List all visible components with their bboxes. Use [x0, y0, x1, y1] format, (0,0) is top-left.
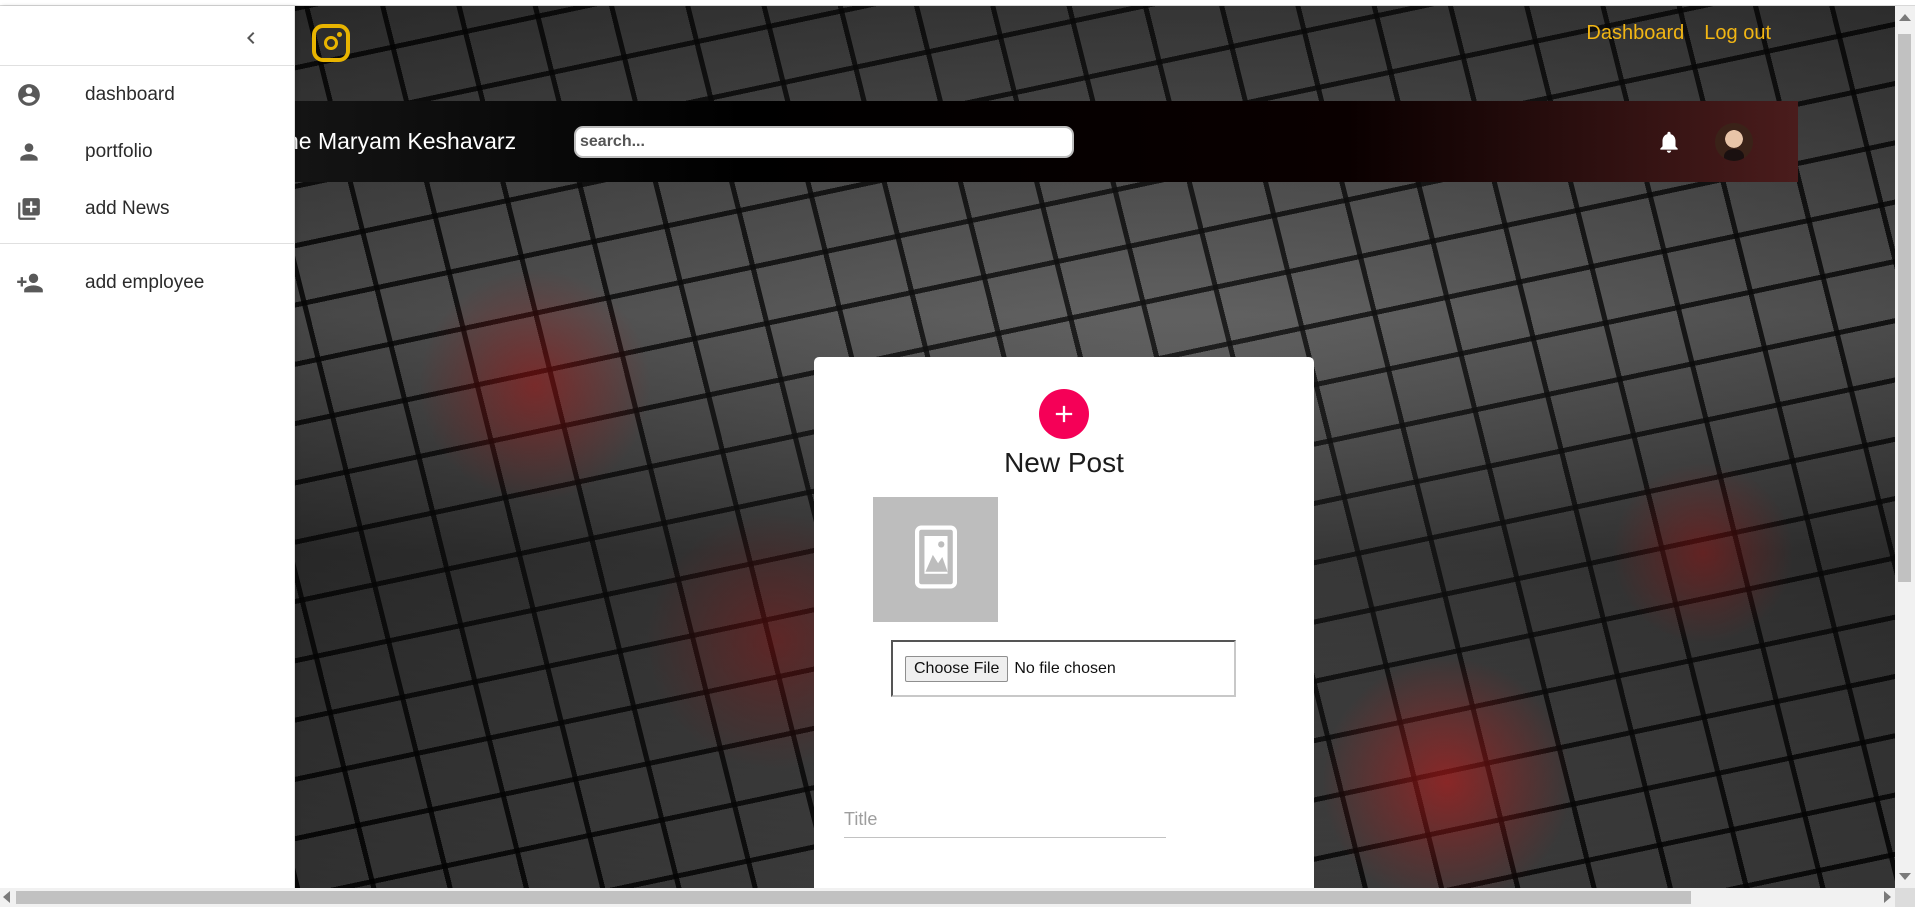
image-placeholder-icon: [914, 525, 957, 594]
person-add-icon: [0, 269, 85, 297]
logout-link[interactable]: Log out: [1704, 22, 1771, 45]
scroll-right-icon[interactable]: [1884, 891, 1891, 903]
image-preview: [873, 497, 998, 622]
choose-file-button[interactable]: Choose File: [905, 655, 1009, 682]
scrollbar-corner: [1895, 888, 1915, 907]
sidebar-item-add-news[interactable]: add News: [0, 180, 294, 237]
file-status: No file chosen: [1014, 659, 1116, 677]
welcome-text: ne Maryam Keshavarz: [286, 128, 517, 154]
horizontal-scroll-thumb[interactable]: [16, 891, 1691, 904]
page-title: New Post: [1004, 447, 1124, 478]
sidebar-item-add-employee[interactable]: add employee: [0, 254, 294, 311]
plus-icon[interactable]: [1039, 389, 1089, 439]
drawer-header: [0, 6, 294, 66]
sidebar-item-label: add employee: [85, 271, 205, 293]
app-window: Dashboard Log out ne Maryam Keshavarz da…: [0, 0, 1915, 907]
scroll-down-icon[interactable]: [1899, 873, 1911, 880]
top-nav: Dashboard Log out: [1586, 22, 1771, 45]
scroll-up-icon[interactable]: [1899, 14, 1911, 21]
sidebar-item-dashboard[interactable]: dashboard: [0, 66, 294, 123]
drawer-divider: [0, 243, 294, 244]
dashboard-link[interactable]: Dashboard: [1586, 22, 1684, 45]
title-input[interactable]: [844, 802, 1166, 838]
avatar[interactable]: [1715, 123, 1753, 161]
account-circle-icon: [0, 82, 85, 108]
vertical-scroll-thumb[interactable]: [1898, 34, 1911, 582]
sidebar-item-label: portfolio: [85, 140, 153, 162]
search-input[interactable]: [574, 126, 1074, 158]
new-post-card: New Post Choose File No file chosen: [814, 357, 1314, 897]
sidebar-item-label: dashboard: [85, 83, 175, 105]
side-drawer: dashboard portfolio add News add employe: [0, 6, 295, 888]
instagram-icon[interactable]: [312, 24, 350, 62]
scroll-left-icon[interactable]: [3, 891, 10, 903]
bell-icon[interactable]: [1656, 129, 1682, 155]
horizontal-scrollbar[interactable]: [0, 888, 1895, 907]
app-bar: ne Maryam Keshavarz: [286, 101, 1798, 182]
vertical-scrollbar[interactable]: [1895, 6, 1915, 888]
drawer-nav: dashboard portfolio add News add employe: [0, 66, 294, 311]
person-icon: [0, 139, 85, 165]
library-add-icon: [0, 196, 85, 222]
sidebar-item-label: add News: [85, 197, 170, 219]
file-input[interactable]: Choose File No file chosen: [891, 640, 1236, 697]
sidebar-item-portfolio[interactable]: portfolio: [0, 123, 294, 180]
chevron-left-icon[interactable]: [235, 22, 267, 54]
